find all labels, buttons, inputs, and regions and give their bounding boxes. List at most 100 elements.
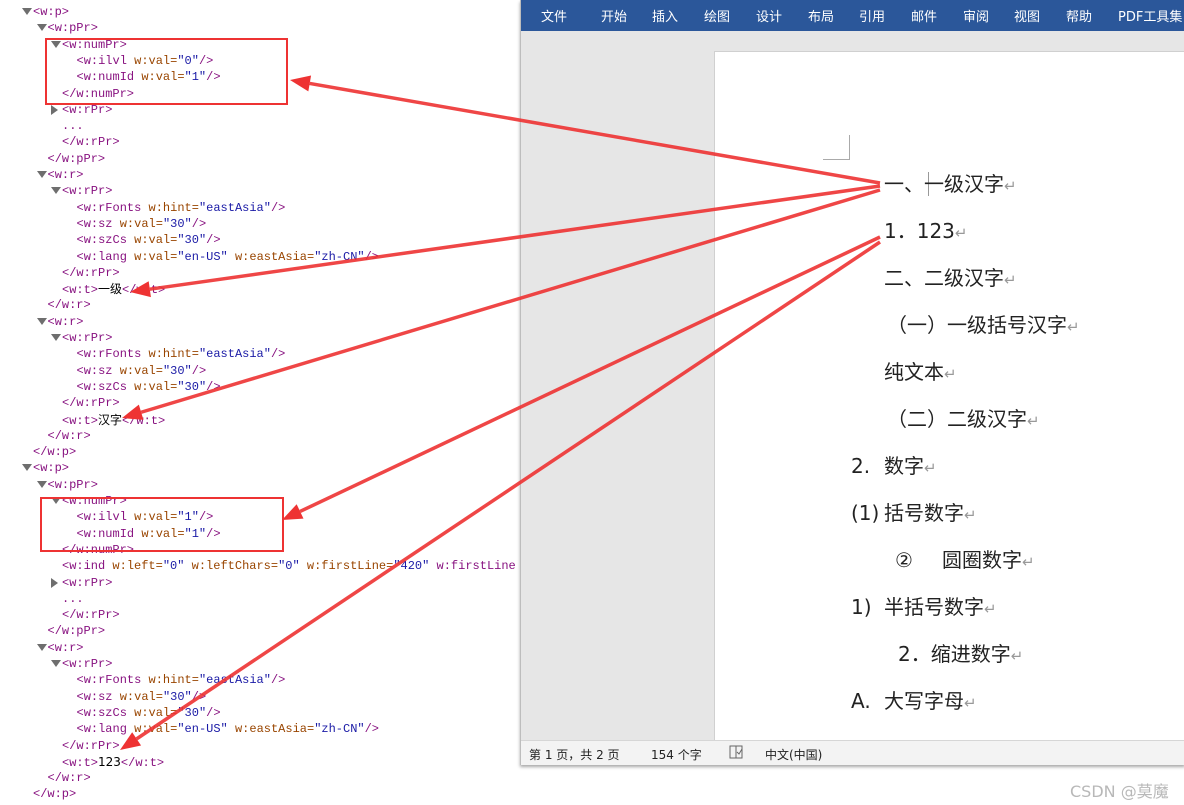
xml-attr-name: w:val=	[119, 216, 163, 231]
ribbon-tab[interactable]: 邮件	[911, 6, 937, 25]
xml-space	[113, 217, 120, 231]
xml-attr-name: w:val=	[134, 233, 178, 248]
xml-text: ...	[62, 591, 84, 606]
document-paragraph[interactable]: 2. 数字↵	[851, 454, 937, 478]
xml-line[interactable]: <w:pPr>	[36, 20, 98, 36]
xml-attr-value: "en-US"	[177, 722, 228, 737]
xml-attr-value: "30"	[177, 379, 207, 394]
collapsed-triangle-icon[interactable]	[51, 577, 58, 588]
list-number: （一）	[887, 313, 947, 337]
xml-attr-value: "30"	[162, 689, 192, 704]
language-indicator[interactable]: 中文(中国)	[765, 746, 822, 763]
document-paragraph[interactable]: （二）二级汉字↵	[887, 407, 1040, 433]
xml-line: <w:szCs w:val="30"/>	[77, 379, 221, 395]
xml-tag: </w:p>	[33, 787, 77, 802]
xml-space	[113, 690, 120, 704]
xml-space	[228, 722, 235, 736]
paragraph-text: 大写字母↵	[884, 689, 977, 713]
expand-triangle-icon[interactable]	[51, 660, 61, 667]
xml-tag: <w:lang	[76, 249, 127, 264]
ribbon-tab[interactable]: 绘图	[704, 6, 730, 25]
ribbon-tab[interactable]: 引用	[859, 6, 885, 25]
word-count[interactable]: 154 个字	[651, 746, 702, 763]
ribbon-tab[interactable]: 文件	[541, 6, 567, 25]
xml-tag: <w:szCs	[76, 379, 127, 394]
ribbon-tab[interactable]: 帮助	[1066, 6, 1092, 25]
document-paragraph[interactable]: 二、二级汉字↵	[884, 266, 1017, 292]
document-paragraph[interactable]: （一）一级括号汉字↵	[887, 313, 1080, 339]
xml-tag: <w:rFonts	[76, 673, 142, 688]
ribbon-tab[interactable]: 视图	[1014, 6, 1040, 25]
xml-line[interactable]: <w:p>	[22, 460, 69, 476]
document-paragraph[interactable]: 纯文本↵	[884, 360, 957, 386]
xml-text: 汉字	[98, 412, 123, 427]
xml-line: <w:ind w:left="0" w:leftChars="0" w:firs…	[62, 558, 516, 574]
list-number: 1)	[851, 595, 872, 619]
expand-triangle-icon[interactable]	[36, 24, 47, 32]
document-paragraph[interactable]: A. 大写字母↵	[851, 689, 977, 713]
status-bar: 第 1 页，共 2 页 154 个字 中文(中国)	[521, 740, 1184, 765]
expand-triangle-icon[interactable]	[51, 334, 61, 341]
xml-line: </w:p>	[33, 444, 76, 460]
xml-tag: <w:rPr>	[62, 657, 113, 671]
expand-triangle-icon[interactable]	[36, 171, 47, 178]
xml-line: </w:rPr>	[62, 607, 120, 623]
xml-tag: />	[270, 200, 286, 215]
xml-tag: <w:rPr>	[62, 575, 113, 590]
xml-tag: <w:t>	[62, 755, 99, 770]
expand-triangle-icon[interactable]	[36, 480, 47, 488]
xml-line[interactable]: <w:r>	[36, 167, 84, 183]
document-paragraph[interactable]: ② 圆圈数字↵	[895, 548, 1035, 572]
xml-line[interactable]: <w:p>	[22, 4, 69, 20]
paragraph-text: 纯文本↵	[884, 360, 957, 384]
expand-triangle-icon[interactable]	[36, 317, 47, 325]
xml-line[interactable]: <w:r>	[36, 640, 84, 656]
list-number: (1)	[851, 501, 880, 525]
xml-line[interactable]: <w:pPr>	[36, 477, 98, 493]
xml-line[interactable]: <w:rPr>	[51, 656, 113, 672]
expand-triangle-icon[interactable]	[51, 187, 61, 195]
expand-triangle-icon[interactable]	[22, 464, 32, 472]
xml-line: </w:rPr>	[62, 134, 120, 150]
margin-corner-mark	[823, 135, 850, 160]
ribbon-tab-bar: 文件 开始 插入 绘图 设计 布局 引用 邮件 审阅 视图 帮助 PDF工具集	[521, 0, 1184, 31]
ribbon-tab[interactable]: 开始	[601, 6, 627, 25]
xml-line[interactable]: <w:rPr>	[51, 575, 113, 591]
document-paragraph[interactable]: 2．缩进数字↵	[898, 642, 1023, 668]
xml-tag: <w:t>	[62, 283, 99, 298]
document-paragraph[interactable]: 1．123↵	[884, 219, 968, 245]
paragraph-text: 一级括号汉字↵	[947, 313, 1080, 337]
xml-space	[141, 673, 148, 687]
xml-tag: />	[191, 689, 207, 704]
expand-triangle-icon[interactable]	[22, 8, 32, 15]
document-paragraph[interactable]: 1) 半括号数字↵	[851, 595, 997, 619]
ribbon-tab[interactable]: 布局	[808, 6, 834, 25]
page-count[interactable]: 第 1 页，共 2 页	[529, 746, 620, 763]
xml-line: <w:lang w:val="en-US" w:eastAsia="zh-CN"…	[77, 249, 380, 265]
xml-line: <w:t>汉字</w:t>	[62, 412, 165, 428]
proofing-check-icon[interactable]	[728, 744, 744, 763]
paragraph-mark: ↵	[1010, 647, 1024, 665]
xml-attr-value: "420"	[393, 559, 430, 574]
ribbon-tab[interactable]: 插入	[652, 6, 678, 25]
xml-tag: </w:rPr>	[62, 396, 120, 411]
xml-attr-name: w:hint=	[148, 673, 199, 688]
xml-tag: <w:szCs	[76, 233, 127, 248]
collapsed-triangle-icon[interactable]	[51, 104, 58, 115]
paragraph-mark: ↵	[1022, 553, 1035, 571]
list-number: 1．	[884, 219, 917, 243]
ribbon-tab[interactable]: 审阅	[963, 6, 989, 25]
xml-attr-name: w:val=	[134, 722, 178, 737]
xml-line[interactable]: <w:r>	[36, 314, 84, 330]
document-paragraph[interactable]: (1) 括号数字↵	[851, 501, 977, 525]
xml-line[interactable]: <w:rPr>	[51, 330, 112, 346]
xml-line: <w:lang w:val="en-US" w:eastAsia="zh-CN"…	[77, 721, 380, 737]
ribbon-tab[interactable]: PDF工具集	[1118, 6, 1182, 25]
ribbon-tab[interactable]: 设计	[756, 6, 782, 25]
document-page[interactable]: 一、一级汉字↵ 1．123↵ 二、二级汉字↵ （一）一级括号汉字↵ 纯文本↵ （二）二级汉…	[714, 51, 1184, 743]
expand-triangle-icon[interactable]	[36, 643, 47, 651]
paragraph-text: 数字↵	[884, 454, 937, 478]
xml-attr-name: w:val=	[134, 379, 178, 394]
xml-line[interactable]: <w:rPr>	[51, 183, 112, 199]
document-paragraph[interactable]: 一、一级汉字↵	[884, 172, 1017, 198]
